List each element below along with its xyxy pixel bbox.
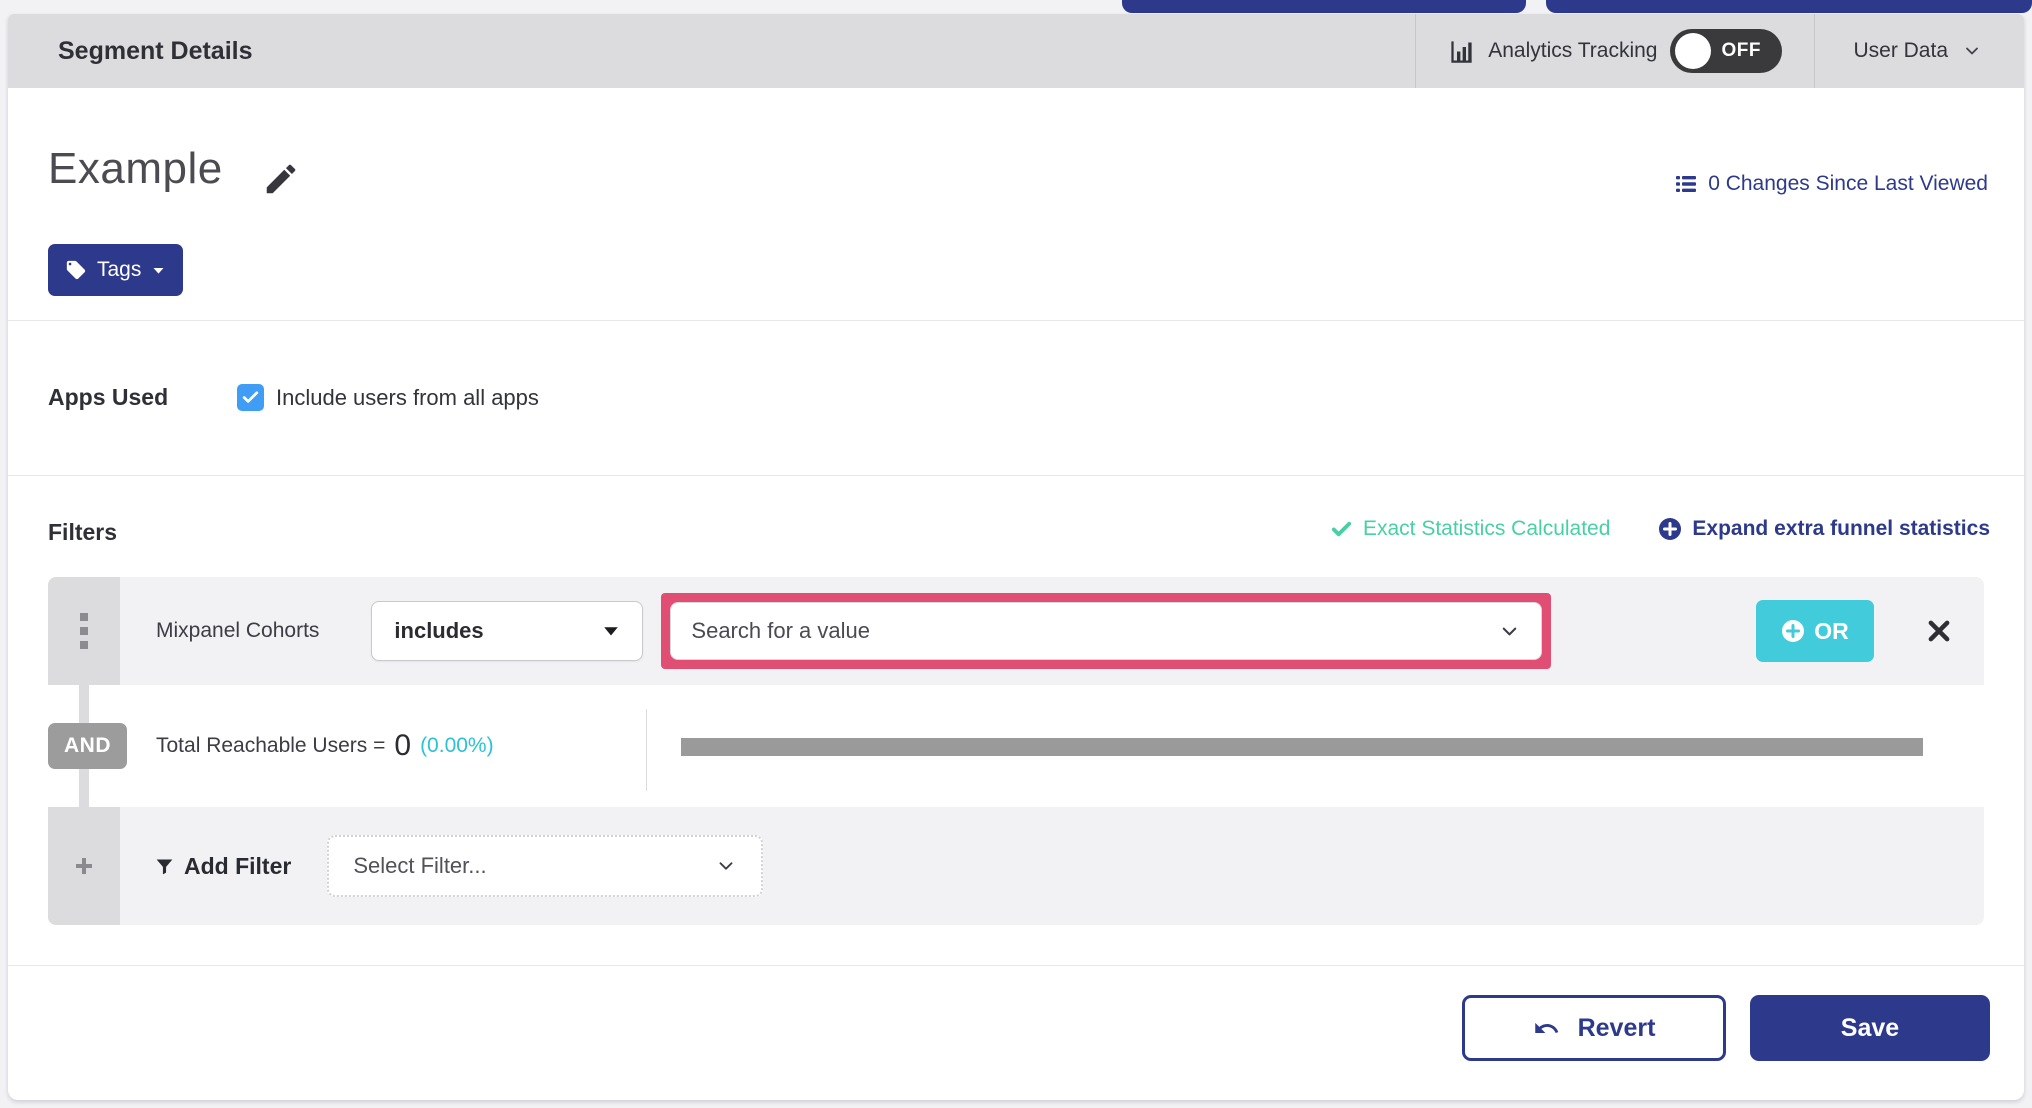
top-tab-button-right[interactable] — [1546, 0, 2032, 13]
exact-statistics-label: Exact Statistics Calculated — [1362, 517, 1611, 540]
apps-used-row: Apps Used Include users from all apps — [48, 384, 539, 411]
exact-statistics-status: Exact Statistics Calculated — [1330, 517, 1610, 541]
plus-circle-icon — [1781, 619, 1805, 643]
analytics-tracking-label: Analytics Tracking — [1488, 39, 1658, 62]
analytics-tracking-toggle[interactable]: OFF — [1670, 29, 1783, 73]
user-data-label: User Data — [1853, 39, 1948, 62]
section-divider — [8, 475, 2024, 476]
add-filter-handle[interactable] — [48, 807, 120, 925]
plus-icon — [72, 854, 96, 878]
segment-name: Example — [48, 144, 223, 193]
filters-status-area: Exact Statistics Calculated Expand extra… — [1330, 517, 1990, 541]
card-header: Segment Details Analytics Tracking OFF U… — [8, 14, 2024, 88]
tags-button[interactable]: Tags — [48, 244, 184, 296]
filter-field-label: Mixpanel Cohorts — [156, 619, 320, 642]
list-icon — [1674, 172, 1698, 196]
toggle-knob — [1675, 33, 1712, 69]
expand-funnel-statistics-link[interactable]: Expand extra funnel statistics — [1658, 517, 1990, 541]
undo-icon — [1533, 1015, 1560, 1042]
x-icon[interactable] — [1924, 616, 1954, 646]
and-badge: AND — [48, 723, 127, 769]
plus-circle-icon — [1658, 517, 1682, 541]
stats-value: 0 — [394, 729, 412, 762]
footer-actions: Revert Save — [1462, 995, 1990, 1061]
changes-link-label: 0 Changes Since Last Viewed — [1708, 172, 1988, 195]
operator-value: includes — [394, 618, 484, 643]
filter-rows: Mixpanel Cohorts includes Search for a v… — [48, 577, 1984, 925]
grip-dots-icon — [80, 613, 88, 649]
segment-details-card: Segment Details Analytics Tracking OFF U… — [8, 14, 2024, 1100]
add-filter-label: Add Filter — [184, 852, 292, 879]
value-search-select[interactable] — [670, 602, 1543, 660]
value-select-highlight — [661, 593, 1552, 669]
reachable-users-stats: Total Reachable Users = 0 (0.00%) — [156, 685, 494, 807]
operator-select[interactable]: includes — [371, 601, 644, 661]
filters-title: Filters — [48, 519, 118, 545]
select-filter-placeholder: Select Filter... — [353, 853, 487, 878]
include-all-apps-checkbox[interactable] — [237, 384, 264, 411]
and-stats-row: AND Total Reachable Users = 0 (0.00%) — [48, 685, 1984, 807]
check-icon — [1330, 518, 1353, 541]
save-button[interactable]: Save — [1750, 995, 1990, 1061]
caret-down-icon — [602, 622, 620, 640]
select-filter-dropdown[interactable]: Select Filter... — [327, 835, 764, 897]
section-divider — [8, 320, 2024, 321]
analytics-tracking-group: Analytics Tracking OFF — [1416, 14, 1814, 88]
toggle-state-label: OFF — [1721, 40, 1761, 61]
funnel-icon — [154, 856, 175, 877]
chevron-down-icon — [1498, 620, 1521, 643]
top-tab-button-left[interactable] — [1122, 0, 1526, 13]
page-title: Segment Details — [58, 36, 253, 65]
filter-row: Mixpanel Cohorts includes Search for a v… — [48, 577, 1984, 685]
section-divider — [8, 965, 2024, 966]
stats-prefix: Total Reachable Users = — [156, 734, 386, 757]
caret-down-icon — [151, 263, 166, 278]
tags-button-label: Tags — [97, 258, 142, 281]
add-filter-label-group: Add Filter — [154, 853, 291, 880]
changes-since-last-viewed-link[interactable]: 0 Changes Since Last Viewed — [1674, 172, 1988, 196]
revert-button-label: Revert — [1577, 1013, 1656, 1042]
stats-divider — [646, 709, 647, 791]
add-or-condition-button[interactable]: OR — [1756, 600, 1874, 662]
bar-chart-icon — [1448, 38, 1475, 65]
stats-percent: (0.00%) — [420, 734, 494, 757]
value-search-input[interactable] — [691, 618, 1499, 644]
apps-used-label: Apps Used — [48, 384, 169, 410]
save-button-label: Save — [1840, 1013, 1900, 1042]
filter-drag-handle[interactable] — [48, 577, 120, 685]
user-data-dropdown[interactable]: User Data — [1815, 14, 2024, 88]
include-all-apps-label: Include users from all apps — [276, 384, 539, 410]
or-button-label: OR — [1814, 617, 1849, 644]
tag-icon — [65, 259, 87, 281]
add-filter-row: Add Filter Select Filter... — [48, 807, 1984, 925]
chevron-down-icon — [1962, 41, 1982, 61]
expand-link-label: Expand extra funnel statistics — [1692, 517, 1990, 540]
revert-button[interactable]: Revert — [1462, 995, 1726, 1061]
reachable-users-progress-bar — [681, 738, 1923, 756]
pencil-icon[interactable] — [262, 160, 300, 198]
chevron-down-icon — [715, 855, 737, 877]
